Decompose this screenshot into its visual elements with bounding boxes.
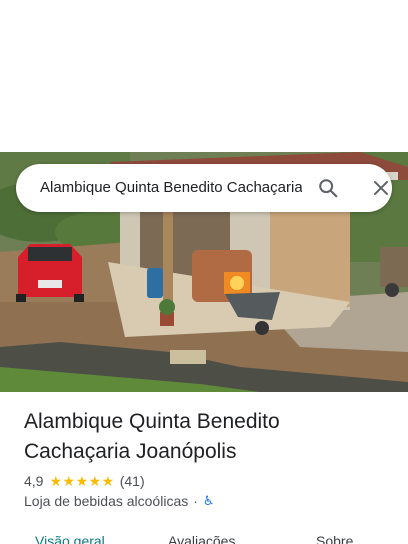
search-input[interactable]: Alambique Quinta Benedito Cachaçaria Joa… bbox=[40, 164, 302, 212]
rating-row[interactable]: 4,9 ★★★★★ (41) bbox=[24, 471, 145, 491]
search-bar[interactable]: Alambique Quinta Benedito Cachaçaria Joa… bbox=[16, 164, 392, 212]
place-title: Alambique Quinta Benedito Cachaçaria Joa… bbox=[24, 407, 394, 467]
place-category[interactable]: Loja de bebidas alcoólicas bbox=[24, 493, 188, 509]
blank-area bbox=[0, 0, 408, 152]
star-rating-icon: ★★★★★ bbox=[49, 472, 115, 489]
rating-value: 4,9 bbox=[24, 473, 44, 489]
tab-about[interactable]: Sobre bbox=[316, 532, 353, 544]
tab-overview[interactable]: Visão geral bbox=[35, 532, 105, 544]
place-title-line1: Alambique Quinta Benedito bbox=[24, 410, 280, 433]
close-button[interactable] bbox=[368, 176, 394, 200]
wheelchair-icon[interactable]: ♿ bbox=[203, 493, 215, 509]
review-count[interactable]: (41) bbox=[120, 473, 145, 489]
tab-bar: Visão geral Avaliações Sobre bbox=[0, 530, 408, 544]
search-button[interactable] bbox=[314, 176, 342, 200]
separator-dot: · bbox=[193, 493, 198, 509]
place-title-line2: Cachaçaria Joanópolis bbox=[24, 440, 237, 463]
category-row: Loja de bebidas alcoólicas · ♿ bbox=[24, 491, 215, 511]
search-icon bbox=[319, 179, 338, 198]
close-icon bbox=[374, 181, 388, 195]
tab-reviews[interactable]: Avaliações bbox=[168, 532, 235, 544]
